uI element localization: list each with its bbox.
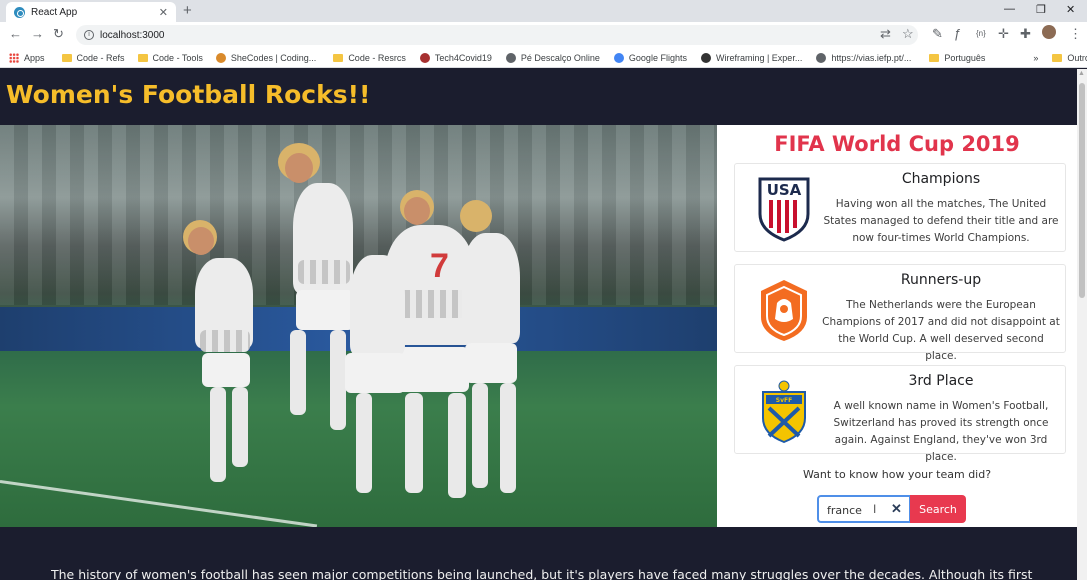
usa-crest-icon: USA (758, 177, 810, 242)
bookmark-star-icon[interactable]: ☆ (902, 26, 914, 42)
puzzle-icon[interactable]: ✚ (1020, 26, 1031, 42)
address-bar: ← → ↻ i localhost:3000 ⇄ ☆ ✎ ƒ {n} ✛ ✚ ⋮ (0, 22, 1087, 48)
bookmark-google-flights[interactable]: Google Flights (613, 52, 687, 63)
forward-icon[interactable]: → (31, 26, 44, 41)
gear-icon (419, 52, 430, 63)
site-title: Women's Football Rocks!! (6, 80, 371, 109)
extension-icon[interactable]: ✎ (932, 26, 943, 42)
team-search-prompt: Want to know how your team did? (802, 468, 992, 481)
netherlands-crest-icon (761, 280, 807, 341)
react-icon (14, 6, 25, 18)
clear-search-icon[interactable]: ✕ (891, 501, 902, 517)
bookmark-pe-descalco[interactable]: Pé Descalço Online (505, 52, 600, 63)
bookmark-tech4covid19[interactable]: Tech4Covid19 (419, 52, 492, 63)
maximize-icon[interactable]: ❐ (1036, 3, 1046, 16)
tab-bar: React App ✕ + — ❐ ✕ (0, 0, 1087, 22)
close-tab-icon[interactable]: ✕ (159, 6, 168, 19)
site-info-icon[interactable]: i (84, 30, 94, 40)
team-search-input[interactable] (827, 501, 879, 519)
new-tab-button[interactable]: + (183, 2, 192, 20)
card-text: A well known name in Women's Football, S… (833, 400, 1049, 463)
svg-text:SvFF: SvFF (776, 397, 792, 404)
shecodes-icon (215, 52, 226, 63)
tab-title: React App (31, 6, 78, 18)
folder-icon (333, 53, 344, 62)
globe-icon (700, 52, 711, 63)
team-search-field[interactable]: I ✕ (817, 495, 911, 523)
card-title: 3rd Place (908, 373, 974, 389)
bookmark-apps[interactable]: Apps (9, 52, 45, 63)
bookmark-code-resrcs[interactable]: Code - Resrcs (333, 53, 406, 63)
text-cursor-icon: I (873, 502, 877, 516)
world-cup-panel: FIFA World Cup 2019 USA Champions Having… (717, 125, 1077, 527)
page-content: Women's Football Rocks!! 7 FIFA World Cu… (0, 69, 1077, 580)
menu-icon[interactable]: ⋮ (1069, 26, 1082, 42)
function-extension-icon[interactable]: ƒ (954, 26, 961, 41)
search-button[interactable]: Search (910, 495, 966, 523)
folder-icon (1052, 53, 1063, 62)
close-window-icon[interactable]: ✕ (1066, 3, 1075, 16)
bookmark-portugues[interactable]: Português (929, 53, 985, 63)
bookmark-iefp[interactable]: https://vias.iefp.pt/... (816, 52, 911, 63)
bookmark-other-favorites[interactable]: Outros favoritos (1052, 53, 1087, 63)
jersey-number: 7 (430, 247, 449, 285)
url-text: localhost:3000 (100, 29, 165, 41)
runners-up-card: Runners-up The Netherlands were the Euro… (734, 264, 1066, 362)
folder-icon (61, 53, 72, 62)
card-title: Champions (901, 171, 981, 187)
world-cup-title: FIFA World Cup 2019 (774, 132, 1020, 156)
json-extension-icon[interactable]: {n} (976, 29, 986, 38)
card-text: Having won all the matches, The United S… (823, 198, 1059, 244)
scroll-up-icon[interactable]: ▲ (1078, 70, 1085, 77)
card-title: Runners-up (900, 272, 982, 288)
globe-icon (816, 52, 827, 63)
pitch-line (0, 480, 318, 527)
minimize-icon[interactable]: — (1004, 3, 1015, 15)
translate-icon[interactable]: ⇄ (880, 26, 891, 42)
third-place-card: SvFF 3rd Place A well known name in Wome… (734, 365, 1066, 463)
globe-icon (505, 52, 516, 63)
browser-tab[interactable]: React App ✕ (6, 2, 176, 22)
bookmarks-overflow-button[interactable]: » (1033, 53, 1038, 63)
bookmark-code-refs[interactable]: Code - Refs (61, 53, 125, 63)
url-input[interactable]: i localhost:3000 (76, 25, 918, 45)
bookmark-code-tools[interactable]: Code - Tools (137, 53, 203, 63)
flight-icon (613, 52, 624, 63)
scroll-thumb[interactable] (1079, 83, 1085, 298)
reload-icon[interactable]: ↻ (53, 26, 64, 42)
page-scrollbar[interactable]: ▲ (1077, 69, 1087, 580)
move-extension-icon[interactable]: ✛ (998, 26, 1009, 42)
apps-grid-icon (9, 52, 19, 63)
avatar[interactable] (1042, 25, 1056, 39)
bookmarks-bar: Apps Code - Refs Code - Tools SheCodes |… (0, 48, 1087, 68)
back-icon[interactable]: ← (9, 26, 22, 41)
svg-text:USA: USA (767, 181, 802, 199)
card-text: The Netherlands were the European Champi… (822, 299, 1060, 362)
folder-icon (137, 53, 148, 62)
champions-card: USA Champions Having won all the matches… (734, 163, 1066, 252)
bookmark-shecodes[interactable]: SheCodes | Coding... (215, 52, 316, 63)
sweden-crest-icon: SvFF (762, 380, 806, 444)
folder-icon (929, 53, 940, 62)
hero-image: 7 (0, 125, 717, 527)
history-paragraph: The history of women's football has seen… (51, 567, 1033, 580)
bookmark-wireframing[interactable]: Wireframing | Exper... (700, 52, 802, 63)
